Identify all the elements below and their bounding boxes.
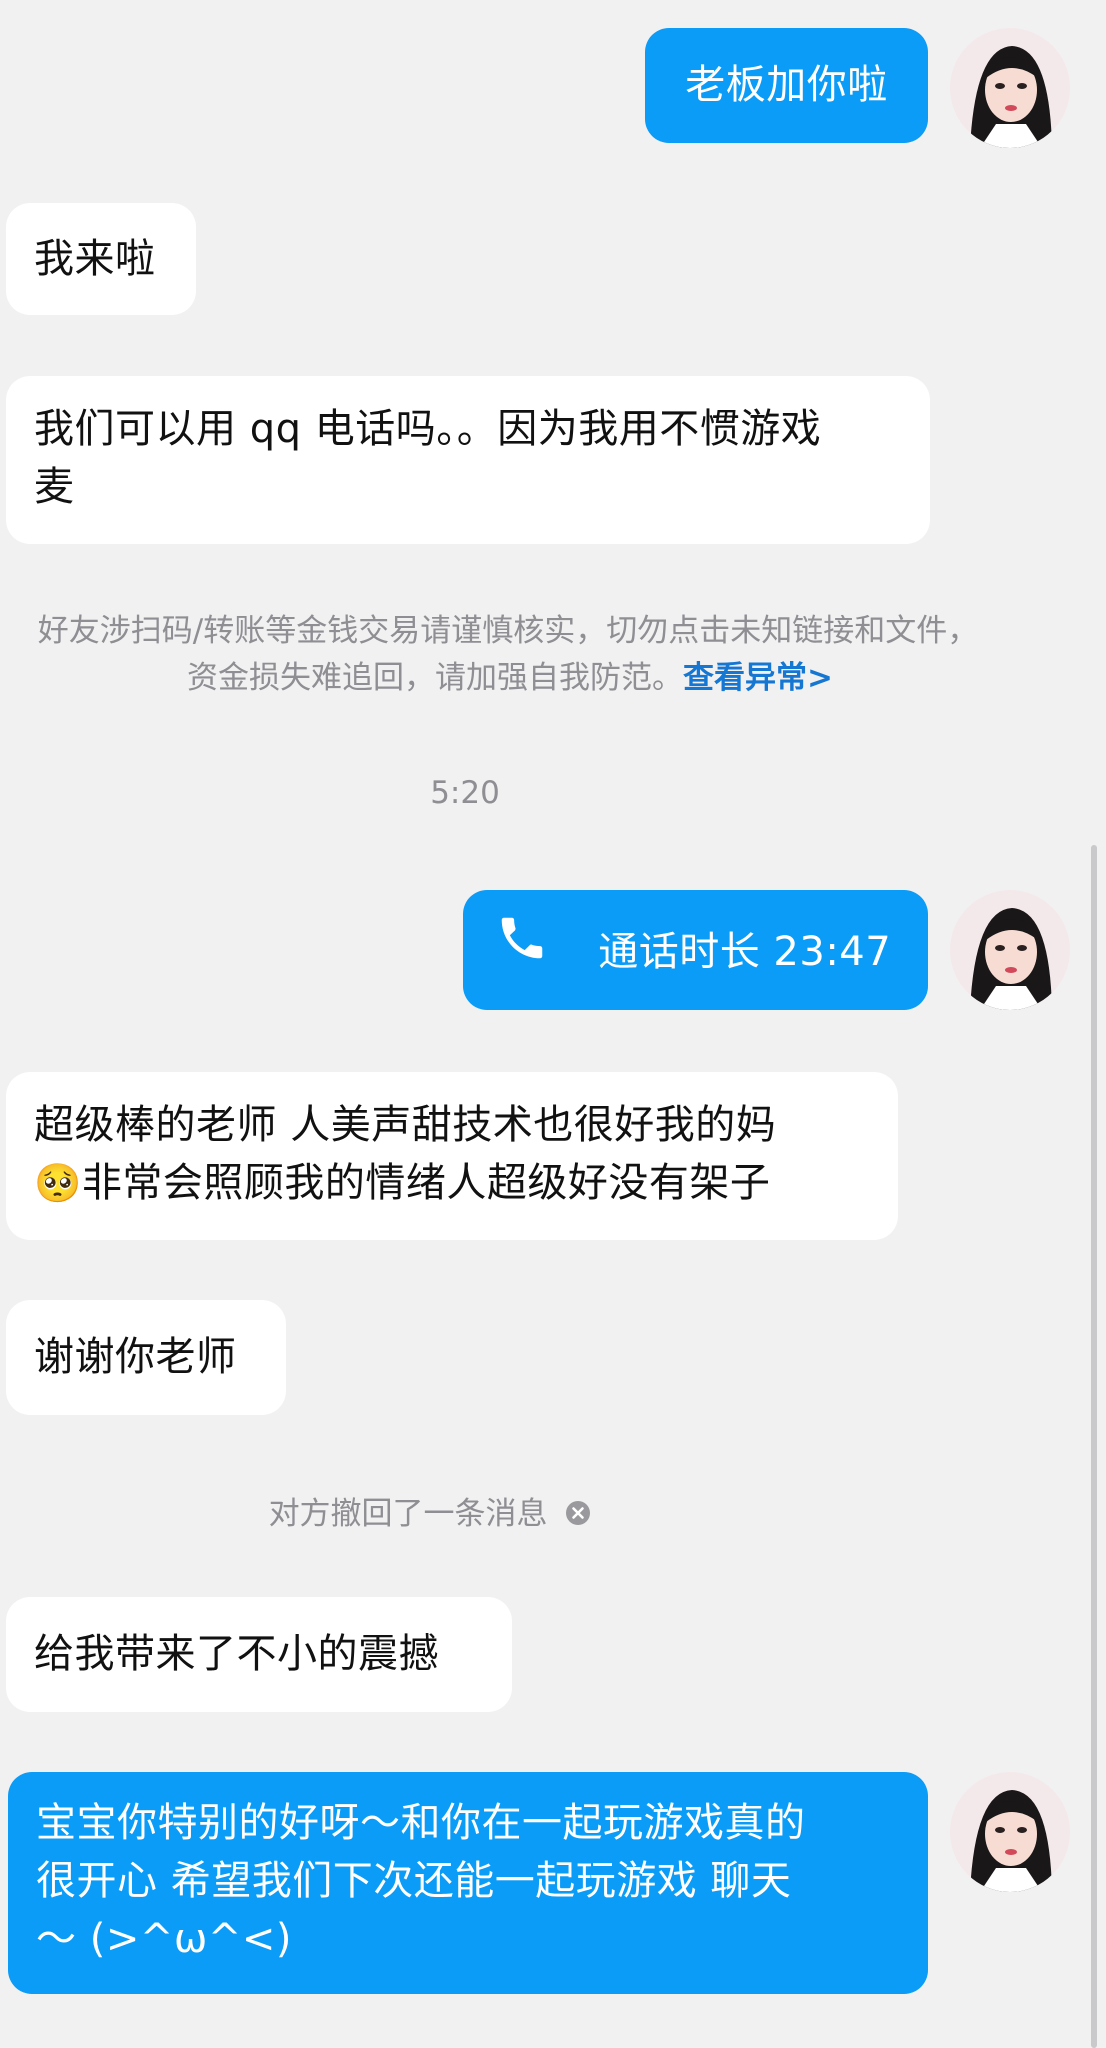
outgoing-message-bubble[interactable]: 宝宝你特别的好呀～和你在一起玩游戏真的 很开心 希望我们下次还能一起玩游戏 聊天…	[8, 1772, 928, 1994]
outgoing-message-bubble[interactable]: 老板加你啦	[645, 28, 928, 143]
notice-text: 资金损失难追回，请加强自我防范。	[187, 660, 683, 696]
message-text-line: ～ (>^ω^<)	[36, 1916, 292, 1962]
call-duration-text: 通话时长 23:47	[598, 929, 892, 975]
message-text-line: 宝宝你特别的好呀～和你在一起玩游戏真的	[36, 1800, 806, 1846]
message-text-line: 我们可以用 qq 电话吗。。因为我用不惯游戏	[34, 406, 822, 452]
close-circle-icon[interactable]	[565, 1494, 591, 1538]
user-avatar[interactable]	[950, 890, 1070, 1010]
message-text-line: 超级棒的老师 人美声甜技术也很好我的妈	[34, 1102, 777, 1148]
call-record-bubble[interactable]: 通话时长 23:47	[463, 890, 928, 1010]
scrollbar[interactable]	[1091, 845, 1097, 2048]
message-text: 非常会照顾我的情绪人超级好没有架子	[81, 1160, 771, 1206]
message-text-line: 🥺非常会照顾我的情绪人超级好没有架子	[34, 1154, 870, 1212]
message-text: 谢谢你老师	[34, 1334, 237, 1380]
message-text: 给我带来了不小的震撼	[34, 1631, 439, 1677]
incoming-message-bubble[interactable]: 给我带来了不小的震撼	[6, 1597, 512, 1712]
incoming-message-bubble[interactable]: 谢谢你老师	[6, 1300, 286, 1415]
recall-text: 对方撤回了一条消息	[268, 1496, 548, 1532]
incoming-message-bubble[interactable]: 我们可以用 qq 电话吗。。因为我用不惯游戏 麦	[6, 376, 930, 544]
message-text: 老板加你啦	[685, 62, 888, 108]
view-exception-link[interactable]: 查看异常>	[683, 660, 833, 696]
security-notice: 好友涉扫码/转账等金钱交易请谨慎核实，切勿点击未知链接和文件， 资金损失难追回，…	[0, 608, 1030, 702]
incoming-message-bubble[interactable]: 超级棒的老师 人美声甜技术也很好我的妈 🥺非常会照顾我的情绪人超级好没有架子	[6, 1072, 898, 1240]
user-avatar[interactable]	[950, 28, 1070, 148]
timestamp: 5:20	[430, 775, 500, 811]
notice-line: 好友涉扫码/转账等金钱交易请谨慎核实，切勿点击未知链接和文件，	[37, 613, 979, 649]
incoming-message-bubble[interactable]: 我来啦	[6, 203, 196, 315]
user-avatar[interactable]	[950, 1772, 1070, 1892]
pleading-face-emoji: 🥺	[34, 1161, 82, 1205]
message-text-line: 很开心 希望我们下次还能一起玩游戏 聊天	[36, 1858, 792, 1904]
notice-line: 资金损失难追回，请加强自我防范。查看异常>	[0, 655, 1030, 702]
message-text-line: 麦	[34, 464, 75, 510]
recall-notice: 对方撤回了一条消息	[0, 1492, 860, 1538]
phone-icon	[495, 892, 549, 1012]
message-text: 我来啦	[34, 236, 156, 282]
